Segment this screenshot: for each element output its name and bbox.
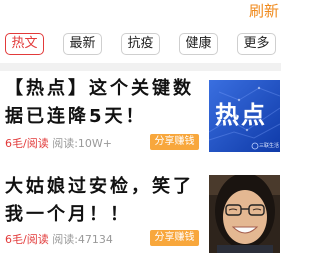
tab-latest[interactable]: 最新 <box>63 33 102 55</box>
article-card[interactable]: 大姑娘过安检，笑了我一个月！！ 6毛/阅读 阅读:47134 分享赚钱 <box>0 171 281 257</box>
thumbnail-caption: 三联生活 <box>259 143 280 149</box>
category-tabs: 热文 最新 抗疫 健康 更多 <box>5 33 281 57</box>
article-meta: 6毛/阅读 阅读:47134 <box>5 233 113 247</box>
article-title[interactable]: 【热点】这个关键数据已连降5天！ <box>5 75 200 131</box>
refresh-button[interactable]: 刷新 <box>249 1 279 21</box>
tab-health[interactable]: 健康 <box>179 33 218 55</box>
app-screen: 刷新 热文 最新 抗疫 健康 更多 【热点】这个关键数据已连降5天！ 6毛/阅读… <box>0 0 281 257</box>
article-thumbnail[interactable] <box>209 175 280 253</box>
article-reads: 阅读:47134 <box>52 233 113 246</box>
tab-epidemic[interactable]: 抗疫 <box>121 33 160 55</box>
share-earn-button[interactable]: 分享赚钱 <box>150 230 199 246</box>
thumbnail-text: 热点 <box>215 101 267 129</box>
article-card[interactable]: 【热点】这个关键数据已连降5天！ 6毛/阅读 阅读:10W+ 分享赚钱 热点 三… <box>0 71 281 181</box>
article-title[interactable]: 大姑娘过安检，笑了我一个月！！ <box>5 173 200 229</box>
smiling-woman-photo <box>209 175 280 253</box>
article-thumbnail[interactable]: 热点 三联生活 <box>209 80 280 152</box>
article-price: 6毛/阅读 <box>5 137 49 150</box>
divider <box>0 63 281 71</box>
tab-hot[interactable]: 热文 <box>5 33 44 55</box>
tab-more[interactable]: 更多 <box>237 33 276 55</box>
article-price: 6毛/阅读 <box>5 233 49 246</box>
article-reads: 阅读:10W+ <box>52 137 113 150</box>
article-meta: 6毛/阅读 阅读:10W+ <box>5 137 112 151</box>
share-earn-button[interactable]: 分享赚钱 <box>150 134 199 150</box>
